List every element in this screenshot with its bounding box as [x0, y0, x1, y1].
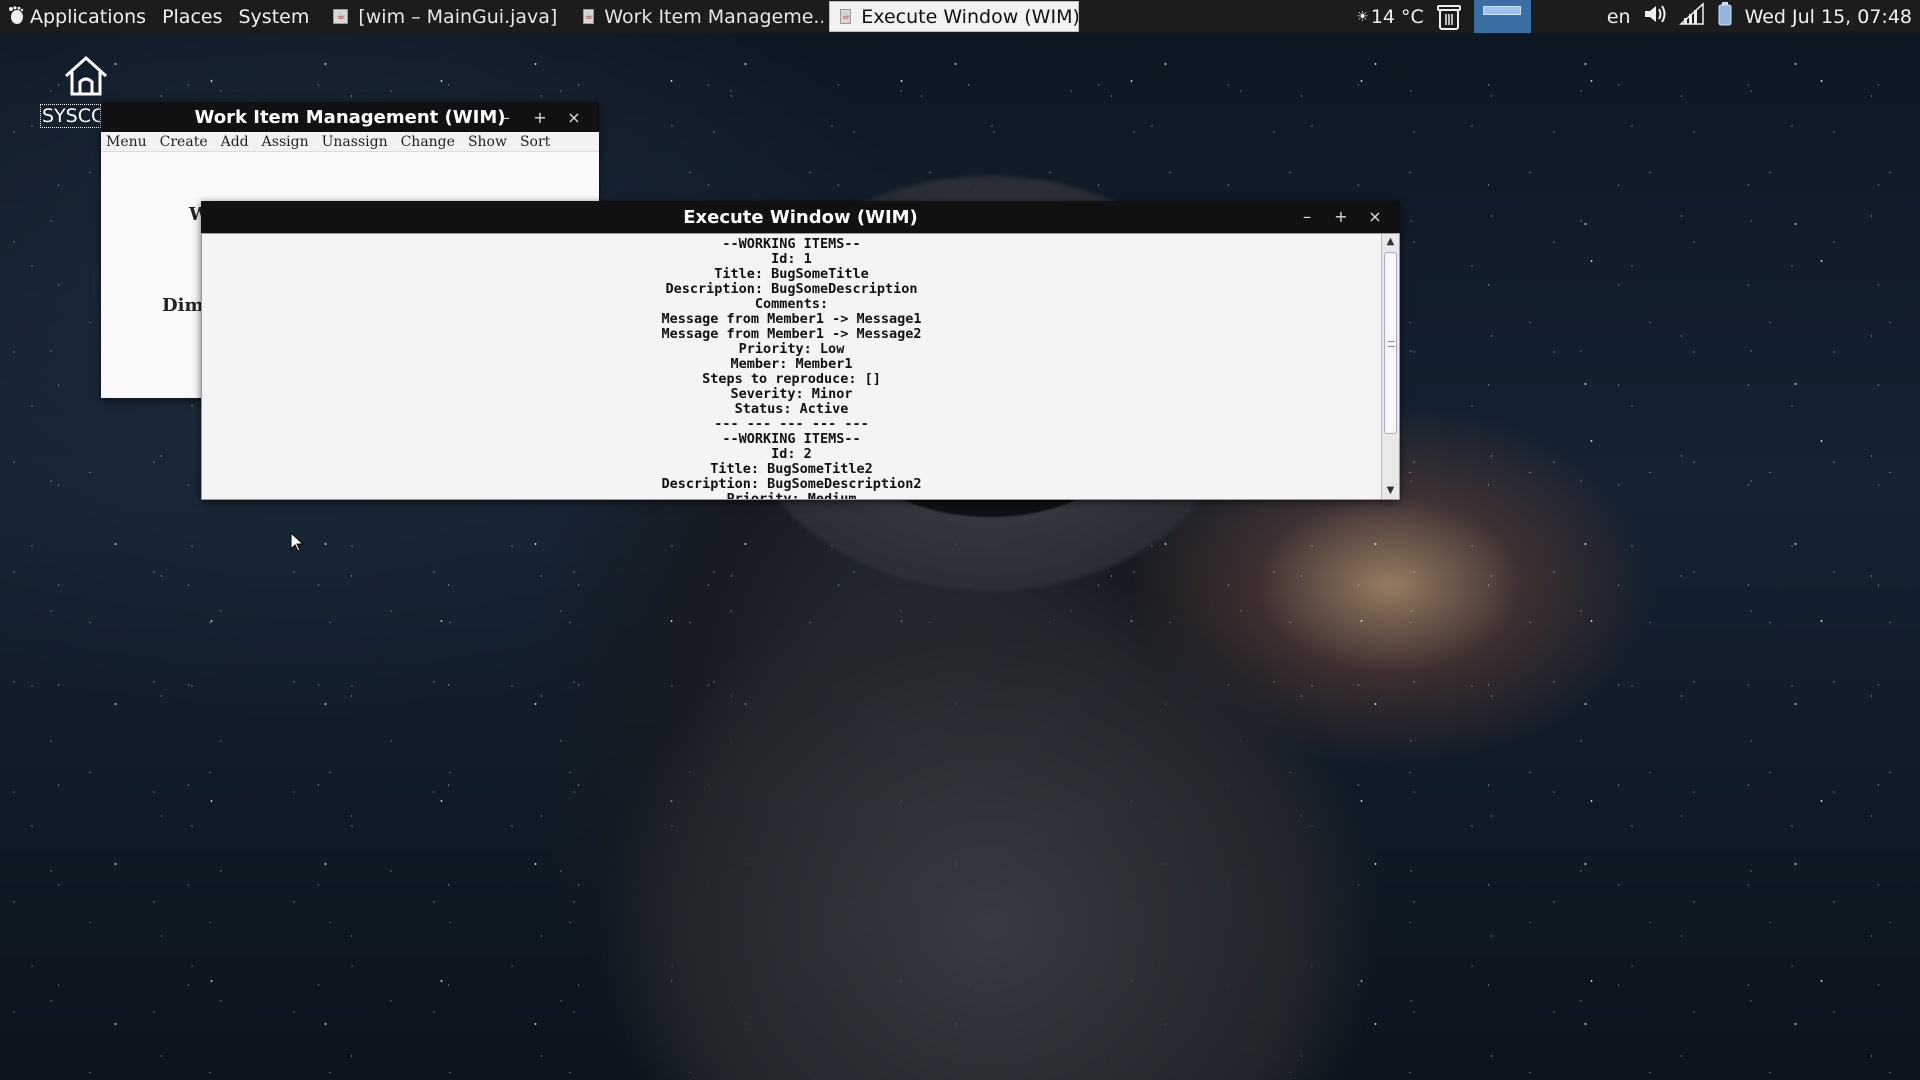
scrollbar-thumb[interactable]: [1384, 252, 1397, 434]
taskbar-item-execute-window[interactable]: ☕ Execute Window (WIM): [829, 1, 1080, 32]
output-line: Message from Member1 -> Message1: [661, 311, 922, 327]
output-text-area[interactable]: --WORKING ITEMS-- Id: 1 Title: BugSomeTitl…: [201, 233, 1400, 500]
info-text-fragment: Dim: [162, 295, 204, 316]
window-controls: – + ×: [1290, 201, 1392, 231]
output-line: --- --- --- --- ---: [714, 416, 869, 432]
output-line: Description: BugSomeDescription: [665, 281, 918, 297]
taskbar-item-label: [wim – MainGui.java]: [358, 5, 558, 28]
desktop-icon-label: SYSCC: [40, 104, 101, 128]
applications-label: Applications: [30, 5, 147, 28]
taskbar-item-work-item-management[interactable]: ☕ Work Item Manageme...: [573, 1, 823, 32]
menu-item-change[interactable]: Change: [401, 134, 455, 150]
trash-icon[interactable]: [1436, 4, 1462, 30]
wim-titlebar[interactable]: Work Item Management (WIM) – + ×: [101, 102, 599, 132]
battery-icon[interactable]: [1717, 2, 1733, 31]
scroll-up-icon[interactable]: ▲: [1382, 234, 1399, 250]
system-menu[interactable]: System: [230, 0, 317, 33]
java-app-icon: ☕: [840, 9, 852, 24]
java-app-icon: ☕: [583, 9, 595, 24]
weather-applet[interactable]: ☀ 14 °C: [1356, 6, 1424, 28]
minimize-icon[interactable]: –: [1290, 207, 1324, 226]
output-line: Status: Active: [734, 401, 849, 417]
output-lines: --WORKING ITEMS-- Id: 1 Title: BugSomeTitl…: [202, 234, 1381, 500]
keyboard-layout-indicator[interactable]: en: [1607, 6, 1631, 28]
execute-window: Execute Window (WIM) – + × --WORKING ITE…: [201, 201, 1400, 500]
menu-item-show[interactable]: Show: [468, 134, 507, 150]
menu-item-assign[interactable]: Assign: [262, 134, 309, 150]
grip-icon: [1388, 341, 1395, 347]
output-line: Message from Member1 -> Message2: [661, 326, 922, 342]
workspace-window-thumb: [1483, 6, 1522, 15]
weather-temperature: 14 °C: [1370, 5, 1424, 28]
taskbar-item-label: Work Item Manageme...: [604, 5, 824, 28]
maximize-icon[interactable]: +: [523, 108, 557, 127]
output-line: Priority: Low: [738, 341, 845, 357]
top-panel: Applications Places System ☕ [wim – Main…: [0, 0, 1920, 33]
maximize-icon[interactable]: +: [1324, 207, 1358, 226]
window-controls: – + ×: [489, 102, 591, 132]
output-line: Title: BugSomeTitle: [714, 266, 869, 282]
workspace-switcher[interactable]: [1473, 0, 1531, 33]
vertical-scrollbar[interactable]: ▲ ▼: [1381, 234, 1399, 499]
weather-icon: ☀: [1356, 8, 1369, 25]
output-line: --WORKING ITEMS--: [722, 431, 861, 447]
system-tray: ☀ 14 °C en Wed Jul 15, 07:48: [1350, 0, 1920, 33]
desktop-icon-home[interactable]: SYSCC: [40, 54, 110, 128]
scroll-down-icon[interactable]: ▼: [1382, 483, 1399, 499]
output-line: Description: BugSomeDescription2: [661, 476, 922, 492]
places-menu[interactable]: Places: [154, 0, 230, 33]
output-line: Severity: Minor: [730, 386, 853, 402]
output-line: Id: 2: [771, 446, 812, 462]
output-line: Priority: Medium: [726, 491, 857, 500]
minimize-icon[interactable]: –: [489, 108, 523, 127]
wim-menubar: Menu Create Add Assign Unassign Change S…: [101, 132, 599, 152]
applications-menu[interactable]: Applications: [0, 0, 154, 33]
close-icon[interactable]: ×: [1358, 207, 1392, 226]
taskbar-item-wim-mainguijava[interactable]: ☕ [wim – MainGui.java]: [323, 1, 567, 32]
window-title: Work Item Management (WIM): [194, 106, 506, 128]
output-line: Id: 1: [771, 251, 812, 267]
output-line: --WORKING ITEMS--: [722, 236, 861, 252]
gnome-foot-icon: [8, 5, 24, 29]
home-icon: [62, 54, 110, 102]
volume-icon[interactable]: [1643, 3, 1667, 30]
window-title: Execute Window (WIM): [683, 206, 918, 228]
menu-item-create[interactable]: Create: [160, 134, 208, 150]
network-signal-icon[interactable]: [1678, 2, 1705, 31]
output-line: Title: BugSomeTitle2: [710, 461, 873, 477]
menu-item-unassign[interactable]: Unassign: [322, 134, 388, 150]
taskbar-item-label: Execute Window (WIM): [861, 5, 1080, 28]
output-line: Comments:: [754, 296, 829, 312]
output-line: Member: Member1: [730, 356, 853, 372]
clock[interactable]: Wed Jul 15, 07:48: [1745, 6, 1912, 28]
close-icon[interactable]: ×: [557, 108, 591, 127]
menu-item-add[interactable]: Add: [221, 134, 249, 150]
output-line: Steps to reproduce: []: [702, 371, 881, 387]
execute-titlebar[interactable]: Execute Window (WIM) – + ×: [201, 201, 1400, 233]
java-editor-icon: ☕: [333, 9, 349, 24]
menu-item-menu[interactable]: Menu: [106, 134, 147, 150]
menu-item-sort[interactable]: Sort: [520, 134, 550, 150]
